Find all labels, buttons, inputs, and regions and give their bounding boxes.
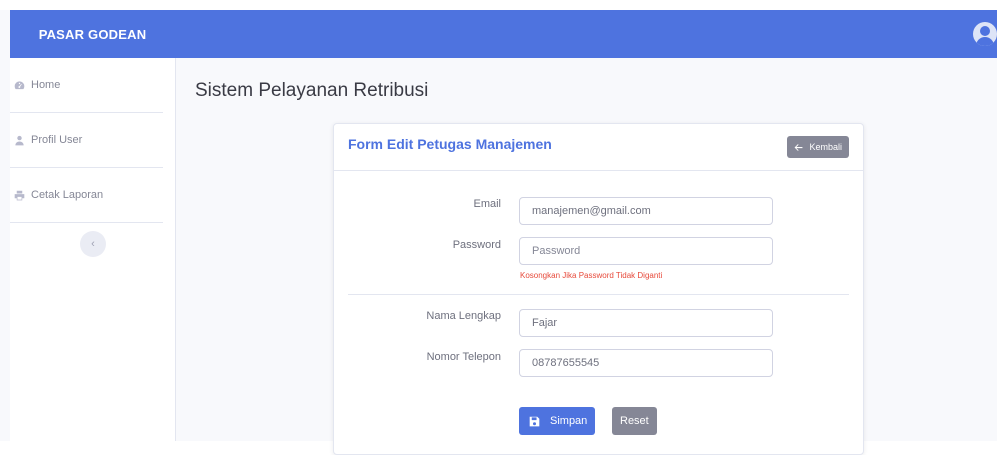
sidebar-item-label: Profil User (31, 134, 83, 146)
sidebar-item-home[interactable]: Home (10, 58, 163, 113)
email-label: Email (473, 198, 501, 210)
dashboard-icon (14, 80, 25, 89)
save-button-label: Simpan (550, 415, 588, 427)
full-name-field[interactable] (519, 309, 773, 337)
back-button-label: Kembali (809, 142, 842, 152)
edit-form-card: Form Edit Petugas Manajemen Kembali Emai… (333, 123, 864, 455)
card-title: Form Edit Petugas Manajemen (348, 136, 552, 152)
full-name-label: Nama Lengkap (426, 310, 501, 322)
avatar[interactable] (973, 22, 997, 46)
sidebar-item-cetak-laporan[interactable]: Cetak Laporan (10, 168, 163, 223)
phone-field[interactable] (519, 349, 773, 377)
save-button[interactable]: Simpan (519, 407, 596, 435)
chevron-left-icon: ‹ (91, 238, 95, 250)
arrow-left-icon (795, 143, 803, 151)
sidebar-toggle-button[interactable]: ‹ (80, 231, 106, 257)
password-label: Password (452, 239, 501, 251)
back-button[interactable]: Kembali (787, 136, 849, 158)
sidebar-item-profil-user[interactable]: Profil User (10, 113, 163, 168)
sidebar-item-label: Home (31, 79, 61, 91)
email-field[interactable] (519, 197, 773, 225)
phone-label: Nomor Telepon (426, 351, 501, 363)
user-avatar-icon (980, 26, 990, 36)
user-icon (15, 135, 24, 145)
save-icon (529, 416, 540, 426)
reset-button[interactable]: Reset (612, 407, 657, 435)
sidebar: PASAR GODEAN Home Profil User Cetak Lapo… (10, 10, 176, 441)
form-divider (348, 294, 849, 295)
brand[interactable]: PASAR GODEAN (10, 10, 175, 58)
password-hint: Kosongkan Jika Password Tidak Diganti (520, 271, 663, 280)
sidebar-item-label: Cetak Laporan (31, 189, 104, 201)
page-title: Sistem Pelayanan Retribusi (195, 80, 429, 101)
app-root: PASAR GODEAN Home Profil User Cetak Lapo… (0, 10, 997, 455)
print-icon (14, 190, 25, 200)
password-field[interactable] (519, 237, 773, 265)
card-header: Form Edit Petugas Manajemen Kembali (334, 124, 863, 171)
brand-title: PASAR GODEAN (38, 26, 147, 42)
topbar (175, 10, 997, 58)
